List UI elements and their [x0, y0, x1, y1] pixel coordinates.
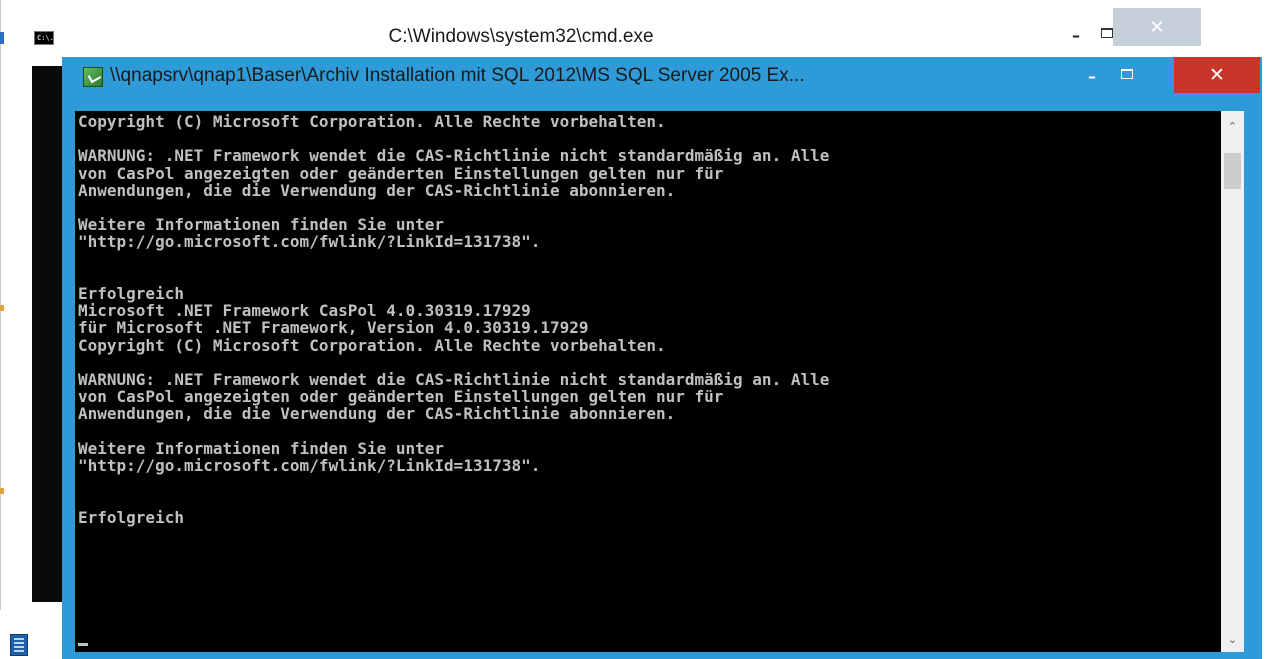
maximize-icon — [1121, 69, 1133, 79]
background-title-bar[interactable]: C:\. C:\Windows\system32\cmd.exe – ✕ — [1, 0, 1223, 60]
foreground-title-bar[interactable]: \\qnapsrv\qnap1\Baser\Archiv Installatio… — [62, 57, 1262, 109]
application-icon — [83, 67, 103, 87]
vertical-scrollbar[interactable]: ⌃ ⌄ — [1221, 111, 1244, 652]
cmd-icon-label: C:\. — [37, 34, 54, 42]
text-cursor — [78, 643, 88, 646]
console-text: Copyright (C) Microsoft Corporation. All… — [78, 112, 830, 527]
foreground-window-title: \\qnapsrv\qnap1\Baser\Archiv Installatio… — [110, 65, 805, 86]
maximize-icon — [1101, 28, 1113, 38]
console-output[interactable]: Copyright (C) Microsoft Corporation. All… — [75, 111, 1221, 652]
desktop-edge-marker — [0, 488, 4, 494]
background-window-title: C:\Windows\system32\cmd.exe — [388, 26, 654, 47]
minimize-button[interactable]: – — [1074, 63, 1110, 89]
scroll-down-arrow-icon[interactable]: ⌄ — [1221, 628, 1244, 650]
close-button[interactable]: ✕ — [1174, 57, 1260, 93]
cmd-icon: C:\. — [34, 31, 54, 45]
background-close-button[interactable]: ✕ — [1113, 8, 1201, 46]
desktop-edge-accent — [0, 32, 4, 44]
foreground-console-window[interactable]: \\qnapsrv\qnap1\Baser\Archiv Installatio… — [62, 57, 1262, 659]
maximize-button[interactable] — [1111, 61, 1143, 87]
background-minimize-button[interactable]: – — [1059, 22, 1093, 48]
desktop-edge-marker — [0, 305, 4, 311]
film-strip-icon[interactable] — [10, 634, 28, 656]
scrollbar-thumb[interactable] — [1224, 153, 1241, 189]
scroll-up-arrow-icon[interactable]: ⌃ — [1221, 115, 1244, 137]
